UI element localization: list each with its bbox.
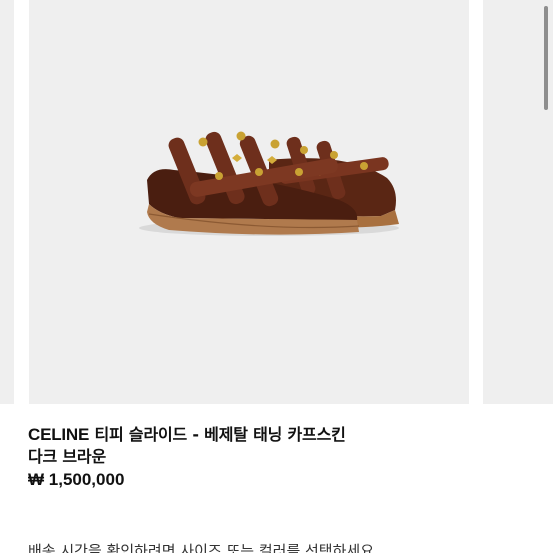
scrollbar[interactable] [544,6,548,110]
product-title: CELINE 티피 슬라이드 - 베제탈 태닝 카프스킨다크 브라운 [28,424,538,468]
product-name-line2: 다크 브라운 [28,447,106,466]
previous-image-slide[interactable] [0,0,14,404]
product-page: CELINE 티피 슬라이드 - 베제탈 태닝 카프스킨다크 브라운 ₩ 1,5… [0,0,553,553]
product-info: CELINE 티피 슬라이드 - 베제탈 태닝 카프스킨다크 브라운 ₩ 1,5… [28,424,538,491]
product-name-line1: 티피 슬라이드 - 베제탈 태닝 카프스킨 [94,425,346,444]
next-image-slide[interactable] [483,0,553,404]
sandal-product-image [139,131,399,236]
product-brand: CELINE [28,425,90,444]
current-image-slide[interactable] [29,0,469,404]
product-image-carousel[interactable] [0,0,553,404]
product-price: ₩ 1,500,000 [28,470,125,489]
delivery-notice: 배송 시간을 확인하려면 사이즈 또는 컬러를 선택하세요 [28,542,375,553]
